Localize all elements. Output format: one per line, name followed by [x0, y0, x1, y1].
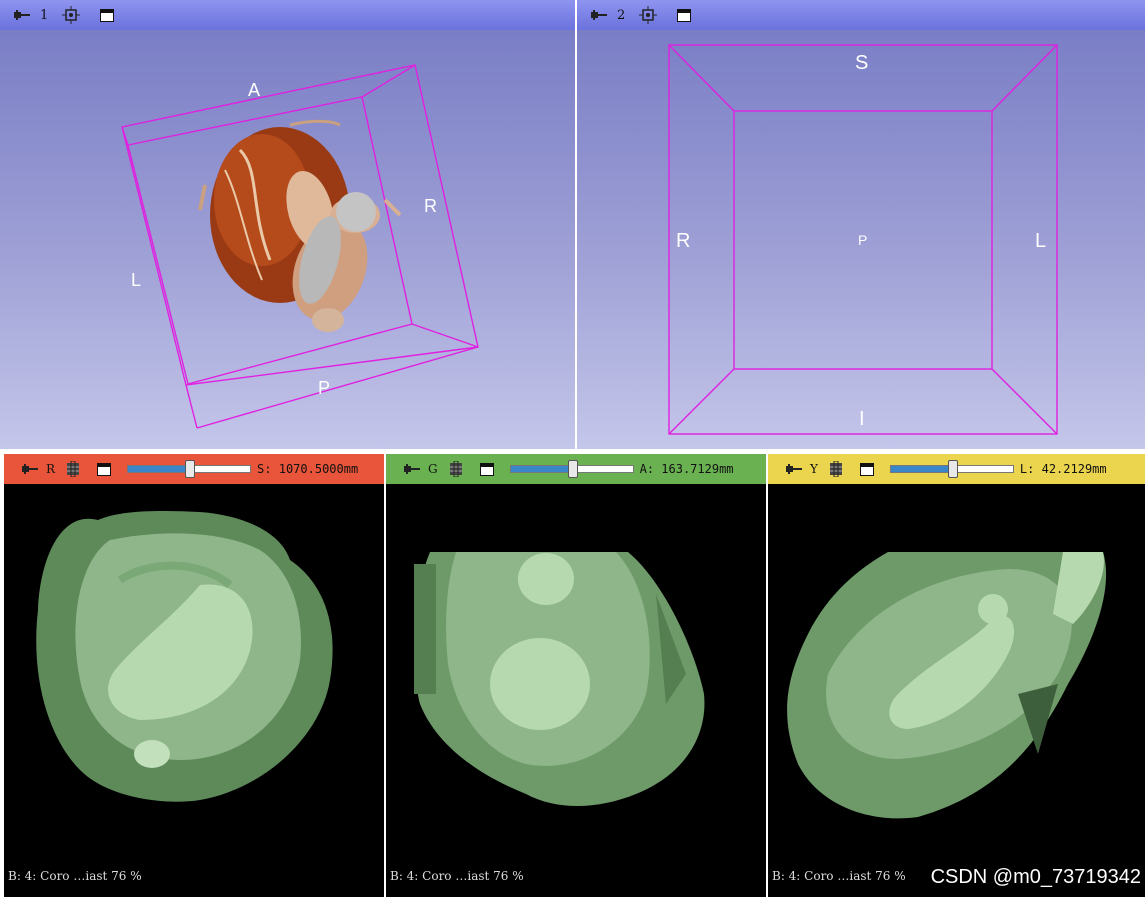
slice-view-yellow[interactable]: Y L: 42.2129mm B: 4: Coro …iast 76 % [768, 454, 1145, 897]
orientation-label-posterior: P [858, 232, 868, 248]
slice-footer-annotation: B: 4: Coro …iast 76 % [8, 869, 142, 883]
heart-volume-render [198, 119, 402, 332]
axial-ct-image [36, 510, 333, 802]
3d-view-1[interactable]: 1 A R L P [0, 0, 575, 449]
orientation-label-superior: S [855, 52, 869, 74]
coronal-ct-image [414, 552, 705, 806]
3d-view-2[interactable]: 2 S R L P I [577, 0, 1145, 449]
orientation-label-anterior: A [248, 80, 261, 100]
orientation-label-inferior: I [859, 408, 865, 430]
sagittal-ct-image [787, 552, 1107, 819]
3d-render[interactable] [0, 0, 575, 449]
slice-view-green[interactable]: G A: 163.7129mm B: 4: Coro …iast 76 % [386, 454, 766, 897]
slice-footer-annotation: B: 4: Coro …iast 76 % [772, 869, 906, 883]
watermark: CSDN @m0_73719342 [930, 866, 1141, 888]
orientation-label-left: L [1035, 230, 1047, 252]
slice-view-red[interactable]: R S: 1070.5000mm B: 4: Coro …iast 76 % [4, 454, 384, 897]
slice-footer-annotation: B: 4: Coro …iast 76 % [390, 869, 524, 883]
orientation-label-posterior: P [318, 378, 331, 398]
orientation-label-right: R [424, 196, 437, 216]
orientation-label-left: L [131, 270, 142, 290]
orientation-label-right: R [676, 230, 691, 252]
